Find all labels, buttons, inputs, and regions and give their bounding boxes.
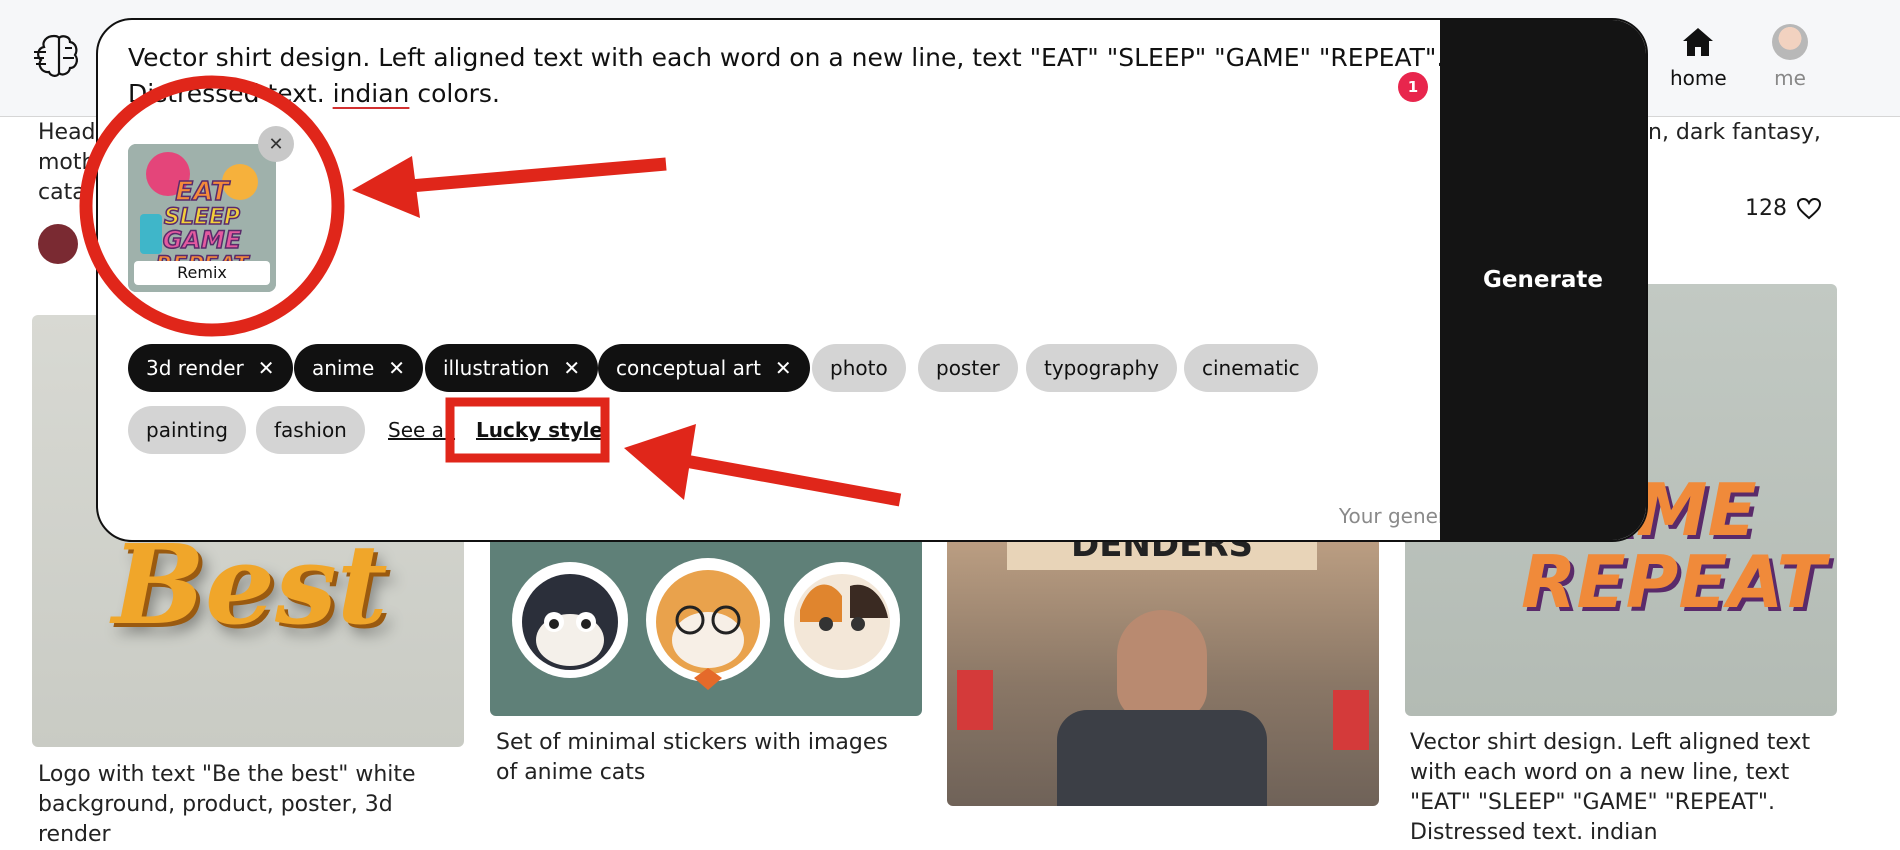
person-face bbox=[1117, 610, 1207, 720]
tag-label: painting bbox=[146, 418, 228, 442]
lucky-style-link[interactable]: Lucky style bbox=[476, 418, 603, 442]
close-icon: ✕ bbox=[268, 133, 284, 155]
prompt-text-3: colors. bbox=[409, 79, 500, 108]
tag-label: fashion bbox=[274, 418, 347, 442]
feed-text-partial-right: n, dark fantasy, bbox=[1648, 120, 1821, 145]
tag-illustration[interactable]: illustration ✕ bbox=[425, 344, 599, 392]
avatar bbox=[1772, 24, 1808, 60]
like-counter[interactable]: 128 bbox=[1745, 196, 1821, 221]
person-suit bbox=[1057, 710, 1267, 806]
remove-tag-icon[interactable]: ✕ bbox=[775, 356, 792, 380]
prompt-modal: Vector shirt design. Left aligned text w… bbox=[96, 18, 1648, 542]
nav-me[interactable]: me bbox=[1772, 24, 1808, 90]
home-icon bbox=[1683, 28, 1714, 56]
tag-label: poster bbox=[936, 356, 1000, 380]
likes-count: 128 bbox=[1745, 196, 1787, 221]
tag-label: cinematic bbox=[1202, 356, 1300, 380]
remove-tag-icon[interactable]: ✕ bbox=[388, 356, 405, 380]
heart-icon bbox=[1797, 197, 1821, 219]
brain-icon[interactable] bbox=[32, 30, 82, 80]
generate-button[interactable]: Generate bbox=[1440, 20, 1646, 540]
tag-label: anime bbox=[312, 356, 375, 380]
tag-label: conceptual art bbox=[616, 356, 761, 380]
tag-photo[interactable]: photo bbox=[812, 344, 906, 392]
card-caption: Vector shirt design. Left aligned text w… bbox=[1410, 730, 1811, 845]
tag-label: 3d render bbox=[146, 356, 244, 380]
prompt-input[interactable]: Vector shirt design. Left aligned text w… bbox=[128, 40, 1468, 112]
user-avatar[interactable] bbox=[38, 224, 78, 264]
tag-painting[interactable]: painting bbox=[128, 406, 246, 454]
nav-home-label: home bbox=[1670, 66, 1727, 90]
tag-label: typography bbox=[1044, 356, 1159, 380]
card-caption: Logo with text "Be the best" white backg… bbox=[38, 762, 416, 847]
remix-text-line-1: EAT bbox=[175, 177, 230, 207]
tag-3d-render[interactable]: 3d render ✕ bbox=[128, 344, 293, 392]
remix-text-line-3: GAME bbox=[163, 226, 242, 254]
tag-typography[interactable]: typography bbox=[1026, 344, 1177, 392]
tag-anime[interactable]: anime ✕ bbox=[294, 344, 424, 392]
notification-badge[interactable]: 1 bbox=[1398, 72, 1428, 102]
see-all-link[interactable]: See all bbox=[388, 418, 455, 442]
card-caption: Set of minimal stickers with images of a… bbox=[496, 730, 888, 785]
tag-cinematic[interactable]: cinematic bbox=[1184, 344, 1318, 392]
tag-poster[interactable]: poster bbox=[918, 344, 1018, 392]
remove-image-button[interactable]: ✕ bbox=[258, 126, 294, 162]
generate-label: Generate bbox=[1483, 267, 1603, 293]
tag-label: photo bbox=[830, 356, 888, 380]
remove-tag-icon[interactable]: ✕ bbox=[258, 356, 275, 380]
nav-me-label: me bbox=[1774, 66, 1806, 90]
prompt-text-1: Vector shirt design. Left aligned text w… bbox=[128, 43, 1445, 72]
tag-label: illustration bbox=[443, 356, 550, 380]
tag-fashion[interactable]: fashion bbox=[256, 406, 365, 454]
remix-label[interactable]: Remix bbox=[134, 261, 270, 285]
nav-home[interactable]: home bbox=[1670, 24, 1727, 90]
tag-conceptual-art[interactable]: conceptual art ✕ bbox=[598, 344, 810, 392]
prompt-text-2: Distressed text. bbox=[128, 79, 333, 108]
card-image-protest-photo[interactable]: DENDERS bbox=[947, 500, 1379, 806]
protest-sign-small bbox=[957, 670, 993, 730]
remove-tag-icon[interactable]: ✕ bbox=[563, 356, 580, 380]
protest-sign-small bbox=[1333, 690, 1369, 750]
prompt-spellcheck-word: indian bbox=[332, 79, 410, 108]
